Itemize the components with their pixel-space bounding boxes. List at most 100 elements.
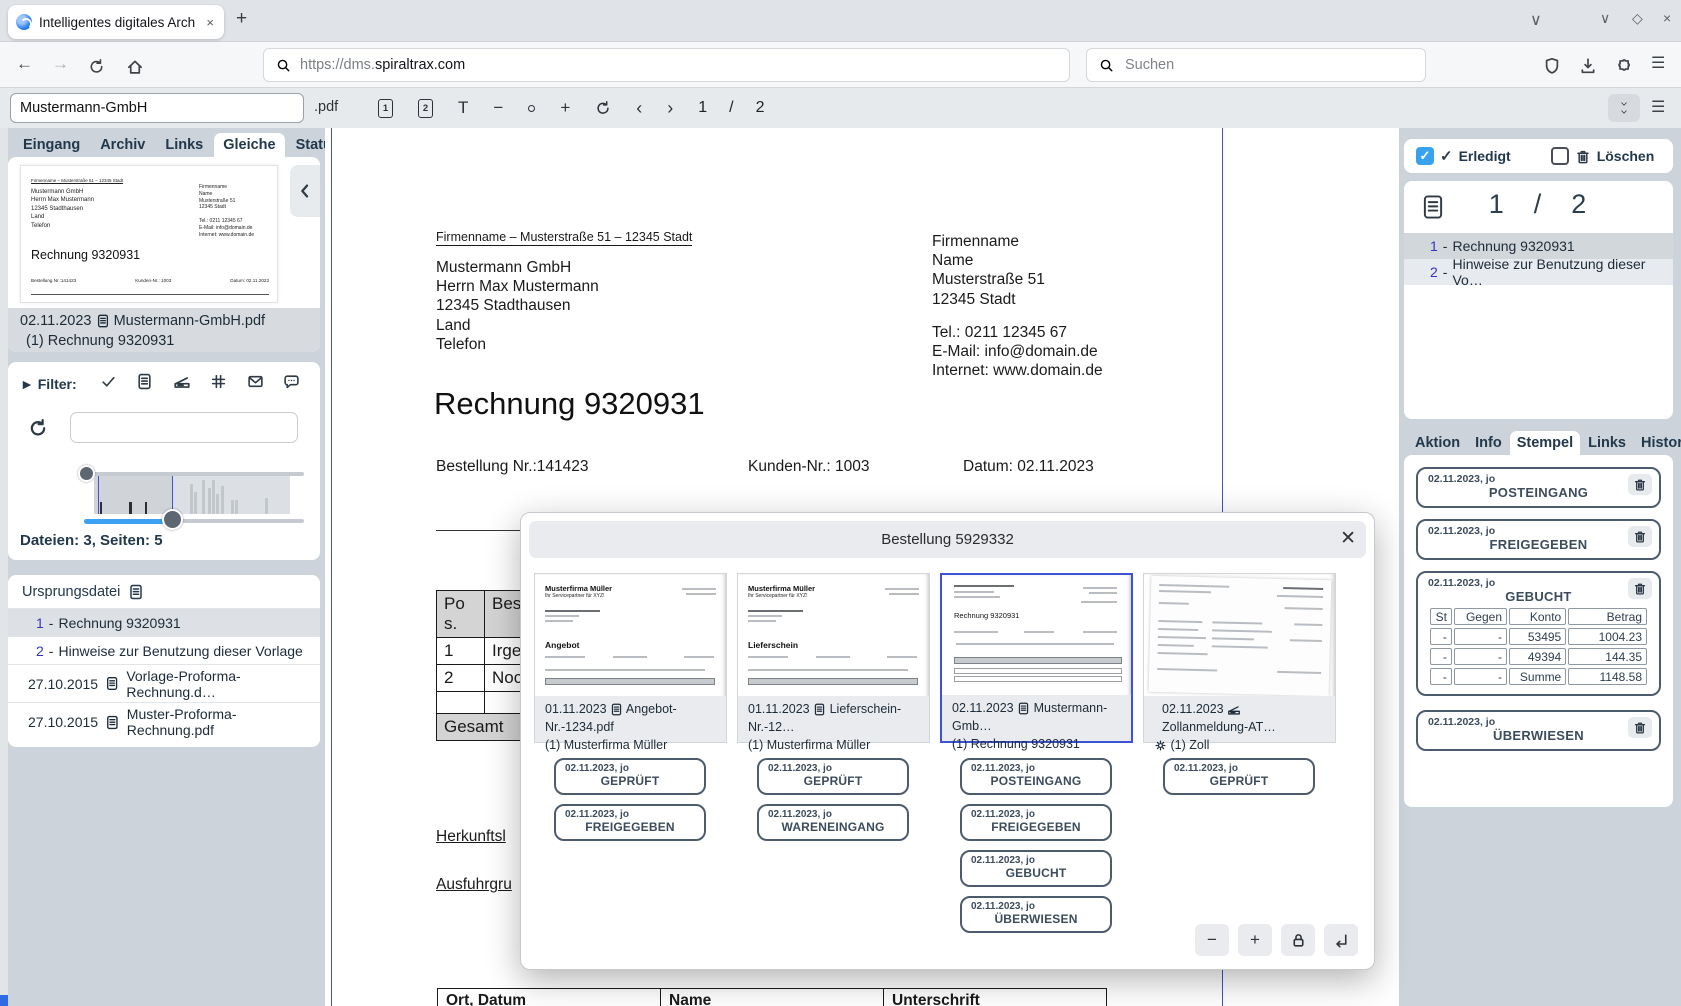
- window-maximize-button[interactable]: ◇: [1632, 10, 1643, 27]
- filter-document-icon[interactable]: [136, 373, 153, 391]
- tracking-shield-icon[interactable]: [1543, 55, 1561, 75]
- status-panel: ✓ ✓ Erledigt Löschen: [1404, 139, 1673, 173]
- zoom-in-button[interactable]: +: [560, 98, 570, 118]
- linked-doc-card-lieferschein[interactable]: Musterfirma Müller Ihr Servicepartner fü…: [737, 573, 930, 743]
- linked-doc-card-angebot[interactable]: Musterfirma Müller Ihr Servicepartner fü…: [534, 573, 727, 743]
- stamp-ueberwiesen[interactable]: 02.11.2023, joÜBERWIESEN: [960, 896, 1112, 933]
- document-icon: [96, 314, 110, 328]
- rotate-button[interactable]: [595, 99, 611, 117]
- tab-historie[interactable]: Historie: [1634, 431, 1681, 455]
- page-histogram[interactable]: [94, 476, 290, 514]
- left-scroll-rail[interactable]: [0, 128, 8, 1006]
- tab-info[interactable]: Info: [1468, 431, 1509, 455]
- tab-list-chevron-icon[interactable]: ∨: [1530, 10, 1542, 30]
- browser-search-input[interactable]: [1123, 56, 1413, 74]
- stamp-geprueft[interactable]: 02.11.2023, joGEPRÜFT: [554, 758, 706, 795]
- scroll-indicator[interactable]: [0, 995, 8, 1006]
- delete-stamp-trash-icon[interactable]: [1628, 578, 1652, 599]
- filter-reload-icon[interactable]: [28, 418, 48, 438]
- stamp-ueberwiesen[interactable]: 02.11.2023, jo ÜBERWIESEN: [1416, 710, 1661, 751]
- tab-eingang[interactable]: Eingang: [14, 133, 89, 157]
- delete-stamp-trash-icon[interactable]: [1628, 474, 1652, 495]
- viewer-menu-hamburger-icon[interactable]: ☰: [1651, 97, 1665, 117]
- collapse-sidebar-button[interactable]: [290, 165, 320, 217]
- range-slider-bottom-thumb[interactable]: [162, 509, 183, 530]
- tab-archiv[interactable]: Archiv: [91, 133, 154, 157]
- forward-button[interactable]: →: [52, 54, 69, 74]
- file-caption[interactable]: 02.11.2023 Mustermann-GmbH.pdf (1) Rechn…: [8, 308, 320, 352]
- tab-links[interactable]: Links: [1581, 431, 1633, 455]
- tab-gleiche[interactable]: Gleiche: [214, 133, 284, 157]
- zoom-out-button[interactable]: −: [493, 98, 503, 118]
- origin-label: Herkunftsl: [436, 828, 506, 846]
- lock-icon[interactable]: [1281, 924, 1315, 956]
- stamp-freigegeben[interactable]: 02.11.2023, joFREIGEGEBEN: [554, 804, 706, 841]
- source-file-row[interactable]: 27.10.2015Vorlage-Proforma-Rechnung.d…: [8, 665, 320, 703]
- dialog-zoom-out-button[interactable]: −: [1195, 924, 1229, 956]
- extensions-puzzle-icon[interactable]: [1615, 55, 1633, 75]
- window-close-button[interactable]: ×: [1663, 10, 1671, 26]
- delete-stamp-trash-icon[interactable]: [1628, 526, 1652, 547]
- prev-page-chevron-icon[interactable]: ‹: [636, 98, 642, 119]
- dialog-title-bar[interactable]: Bestellung 5929332: [529, 521, 1366, 558]
- right-total-pages[interactable]: 2: [1557, 189, 1602, 219]
- stamp-freigegeben[interactable]: 02.11.2023, joFREIGEGEBEN: [960, 804, 1112, 841]
- stamp-posteingang[interactable]: 02.11.2023, jo POSTEINGANG: [1416, 467, 1661, 508]
- downloads-icon[interactable]: [1579, 55, 1597, 75]
- filter-scanner-icon[interactable]: [173, 373, 191, 391]
- stamp-geprueft[interactable]: 02.11.2023, joGEPRÜFT: [757, 758, 909, 795]
- mini-invoice-title: Rechnung 9320931: [31, 248, 140, 262]
- current-page-number[interactable]: 1: [698, 99, 707, 117]
- right-current-page[interactable]: 1: [1475, 189, 1520, 219]
- browser-tab[interactable]: Intelligentes digitales Arch ×: [8, 5, 224, 39]
- document-name-input[interactable]: [10, 93, 304, 123]
- import-icon[interactable]: [1324, 924, 1358, 956]
- new-tab-button[interactable]: +: [236, 8, 247, 30]
- delete-stamp-trash-icon[interactable]: [1628, 717, 1652, 738]
- menu-hamburger-icon[interactable]: ☰: [1651, 53, 1665, 73]
- collapse-toolbar-button[interactable]: [1608, 94, 1640, 122]
- stamp-posteingang[interactable]: 02.11.2023, joPOSTEINGANG: [960, 758, 1112, 795]
- dialog-zoom-in-button[interactable]: +: [1238, 924, 1272, 956]
- next-page-chevron-icon[interactable]: ›: [667, 98, 673, 119]
- browser-search-bar[interactable]: [1086, 48, 1426, 82]
- tab-aktion[interactable]: Aktion: [1408, 431, 1467, 455]
- source-page-row[interactable]: 1-Rechnung 9320931: [8, 609, 320, 637]
- text-tool-button[interactable]: T: [458, 98, 468, 118]
- linked-doc-card-rechnung[interactable]: Rechnung 9320931 02.11.2023 Mustermann-G…: [940, 573, 1133, 743]
- filter-check-icon[interactable]: [100, 373, 117, 391]
- stamp-geprueft[interactable]: 02.11.2023, joGEPRÜFT: [1163, 758, 1315, 795]
- page-list-item[interactable]: 2-Hinweise zur Benutzung dieser Vo…: [1404, 259, 1673, 285]
- dialog-close-icon[interactable]: ✕: [1340, 529, 1356, 548]
- filter-grid-icon[interactable]: [210, 373, 227, 391]
- reload-button[interactable]: [88, 56, 105, 76]
- stamp-gebucht[interactable]: 02.11.2023, joGEBUCHT: [960, 850, 1112, 887]
- stamp-freigegeben[interactable]: 02.11.2023, jo FREIGEGEBEN: [1416, 519, 1661, 560]
- stamp-gebucht[interactable]: 02.11.2023, jo GEBUCHT St Gegen Konto Be…: [1416, 571, 1661, 696]
- filter-expand-arrow-icon[interactable]: ►: [20, 376, 34, 392]
- source-page-row[interactable]: 2-Hinweise zur Benutzung dieser Vorlage: [8, 637, 320, 665]
- tab-close-icon[interactable]: ×: [204, 15, 216, 30]
- two-page-layout-icon[interactable]: 2: [418, 99, 433, 118]
- single-page-layout-icon[interactable]: 1: [378, 99, 393, 118]
- erledigt-checkbox[interactable]: ✓: [1416, 147, 1434, 165]
- filter-mail-icon[interactable]: [247, 373, 264, 391]
- pages-panel: 1/2 1-Rechnung 9320931 2-Hinweise zur Be…: [1404, 181, 1673, 419]
- filter-chat-icon[interactable]: [283, 373, 300, 391]
- loeschen-checkbox[interactable]: [1551, 147, 1569, 165]
- document-thumbnail[interactable]: Firmenname – Musterstraße 51 – 12345 Sta…: [20, 165, 278, 303]
- zoom-reset-icon[interactable]: [528, 105, 535, 112]
- url-bar[interactable]: https://dms.spiraltrax.com: [263, 48, 1070, 82]
- tab-stempel[interactable]: Stempel: [1510, 431, 1580, 455]
- doc-caption: 02.11.2023 Mustermann-Gmb… (1) Rechnung …: [942, 695, 1131, 741]
- linked-doc-card-zollanmeldung[interactable]: 02.11.2023 Zollanmeldung-AT… (1) Zoll: [1143, 573, 1336, 743]
- range-slider-top-thumb[interactable]: [78, 465, 95, 482]
- home-button[interactable]: [126, 56, 144, 76]
- source-file-row[interactable]: 27.10.2015Muster-Proforma-Rechnung.pdf: [8, 703, 320, 741]
- filter-search-input[interactable]: [70, 412, 298, 443]
- doc-thumbnail: Rechnung 9320931: [942, 575, 1131, 699]
- stamp-wareneingang[interactable]: 02.11.2023, joWARENEINGANG: [757, 804, 909, 841]
- tab-links[interactable]: Links: [156, 133, 212, 157]
- back-button[interactable]: ←: [16, 54, 33, 74]
- window-minimize-button[interactable]: ∨: [1600, 10, 1610, 27]
